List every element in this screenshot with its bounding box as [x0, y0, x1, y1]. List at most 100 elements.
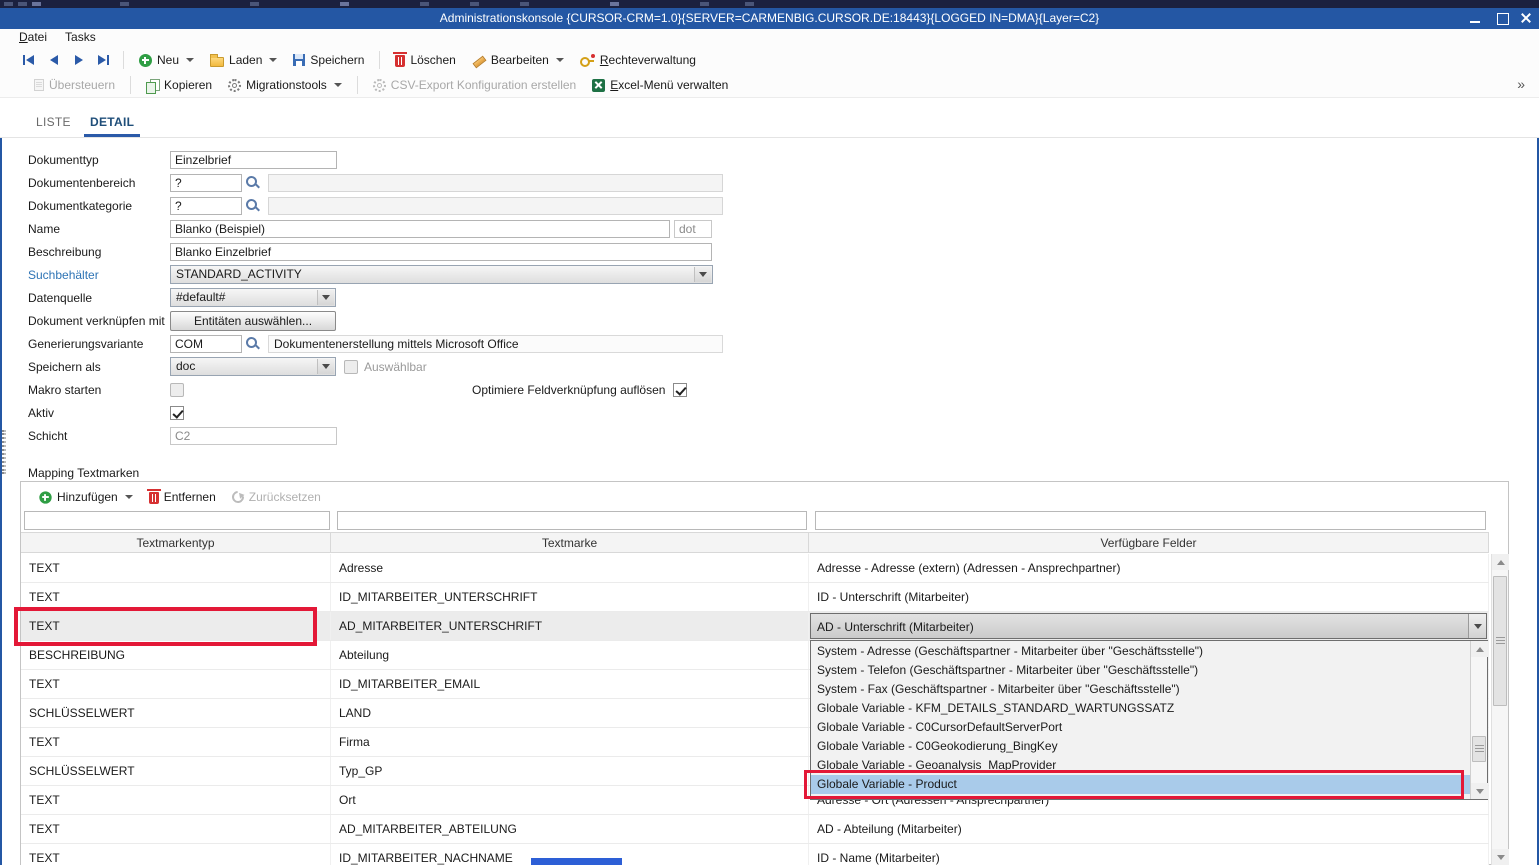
scrollbar-thumb[interactable] [1472, 736, 1486, 762]
search-icon[interactable] [245, 336, 260, 351]
toolbar-separator [379, 51, 380, 69]
dropdown-option[interactable]: System - Adresse (Geschäftspartner - Mit… [811, 642, 1470, 661]
previous-record-button[interactable] [41, 50, 66, 70]
chevron-down-icon[interactable] [694, 267, 711, 282]
scroll-up-button[interactable] [1492, 554, 1509, 570]
table-row[interactable]: TEXT AD_MITARBEITER_ABTEILUNG AD - Abtei… [21, 815, 1489, 844]
menu-datei-label: Datei [19, 30, 47, 44]
suchbehaelter-combobox[interactable]: STANDARD_ACTIVITY [170, 265, 713, 284]
filter-textmarkentyp-input[interactable] [24, 511, 330, 530]
grip-icon [1496, 637, 1505, 645]
chevron-down-icon[interactable] [269, 58, 277, 62]
dokumentenbereich-input[interactable] [170, 174, 242, 192]
last-record-button[interactable] [91, 50, 116, 70]
minimize-button[interactable] [1462, 8, 1488, 29]
trash-icon [395, 55, 405, 67]
scroll-down-button[interactable] [1492, 849, 1509, 865]
suchbehaelter-label: Suchbehälter [28, 268, 170, 282]
column-header-textmarke[interactable]: Textmarke [331, 533, 809, 552]
table-header: Textmarkentyp Textmarke Verfügbare Felde… [21, 532, 1489, 553]
column-header-textmarkentyp[interactable]: Textmarkentyp [21, 533, 331, 552]
toolbar-overflow-button[interactable]: » [1517, 76, 1525, 92]
scroll-up-button[interactable] [1471, 641, 1488, 657]
cell-textmarkentyp: TEXT [21, 786, 331, 814]
dropdown-option[interactable]: System - Telefon (Geschäftspartner - Mit… [811, 661, 1470, 680]
first-record-button[interactable] [16, 50, 41, 70]
dropdown-option[interactable]: Globale Variable - C0Geokodierung_BingKe… [811, 737, 1470, 756]
table-row-selected[interactable]: TEXT AD_MITARBEITER_UNTERSCHRIFT AD - Un… [21, 612, 1489, 641]
form-row: Schicht [0, 424, 780, 447]
entfernen-button[interactable]: Entfernen [141, 487, 224, 507]
dropdown-option[interactable]: Globale Variable - KFM_DETAILS_STANDARD_… [811, 699, 1470, 718]
arrow-up-icon [1497, 560, 1505, 565]
neu-button[interactable]: Neu [131, 50, 202, 70]
next-record-button[interactable] [66, 50, 91, 70]
dropdown-option[interactable]: Globale Variable - Geoanalysis_MapProvid… [811, 756, 1470, 775]
table-row[interactable]: TEXT Adresse Adresse - Adresse (extern) … [21, 554, 1489, 583]
aktiv-checkbox[interactable] [170, 406, 184, 420]
combobox-value: AD - Unterschrift (Mitarbeiter) [817, 614, 974, 640]
speichern-button[interactable]: Speichern [285, 50, 372, 70]
chevron-down-icon[interactable] [556, 58, 564, 62]
close-button[interactable] [1513, 8, 1539, 29]
migrationstools-button[interactable]: Migrationstools [220, 75, 350, 95]
name-input[interactable] [170, 220, 670, 238]
dokumentkategorie-label: Dokumentkategorie [28, 199, 170, 213]
column-header-verfuegbare-felder[interactable]: Verfügbare Felder [809, 533, 1489, 552]
first-record-icon [26, 55, 34, 65]
chevron-down-icon[interactable] [334, 83, 342, 87]
dropdown-option-selected[interactable]: Globale Variable - Product [811, 775, 1470, 794]
dropdown-scrollbar[interactable] [1470, 641, 1487, 799]
chevron-down-icon[interactable] [1468, 614, 1486, 638]
form-row: Beschreibung [0, 240, 780, 263]
form-row: Dokumentenbereich [0, 171, 780, 194]
chevron-down-icon[interactable] [125, 495, 133, 499]
cell-textmarkentyp: SCHLÜSSELWERT [21, 699, 331, 727]
excel-menue-button[interactable]: Excel-Menü verwalten [584, 75, 736, 95]
loeschen-button[interactable]: Löschen [387, 50, 463, 70]
dropdown-option[interactable]: System - Fax (Geschäftspartner - Mitarbe… [811, 680, 1470, 699]
cell-textmarke: Adresse [331, 554, 809, 582]
last-record-icon [98, 55, 106, 65]
table-scrollbar[interactable] [1491, 554, 1508, 865]
filter-textmarke-input[interactable] [337, 511, 807, 530]
rechteverwaltung-button[interactable]: Rechteverwaltung [572, 50, 704, 70]
datenquelle-combobox[interactable]: #default# [170, 288, 336, 307]
chevron-down-icon[interactable] [186, 58, 194, 62]
menu-tasks[interactable]: Tasks [56, 29, 105, 47]
dokumenttyp-input[interactable] [170, 151, 337, 169]
migrationstools-label: Migrationstools [246, 78, 327, 92]
splitter-handle[interactable] [2, 430, 6, 474]
hinzufuegen-button[interactable]: Hinzufügen [31, 487, 141, 507]
speichern-als-combobox[interactable]: doc [170, 357, 336, 376]
search-icon[interactable] [245, 198, 260, 213]
bearbeiten-button[interactable]: Bearbeiten [464, 50, 572, 70]
previous-record-icon [50, 55, 58, 65]
table-row[interactable]: TEXT ID_MITARBEITER_UNTERSCHRIFT ID - Un… [21, 583, 1489, 612]
scrollbar-thumb[interactable] [1493, 576, 1507, 706]
optimiere-feldverknuepfung-checkbox[interactable] [673, 383, 687, 397]
search-icon[interactable] [245, 175, 260, 190]
laden-button[interactable]: Laden [202, 50, 285, 70]
entitaeten-auswaehlen-button[interactable]: Entitäten auswählen... [170, 311, 336, 331]
secondary-toolbar: Übersteuern Kopieren Migrationstools CSV… [0, 73, 1539, 98]
tab-liste[interactable]: LISTE [30, 111, 77, 137]
table-row[interactable]: TEXT ID_MITARBEITER_NACHNAME ID - Name (… [21, 844, 1489, 865]
suchbehaelter-value: STANDARD_ACTIVITY [176, 267, 302, 281]
tab-detail[interactable]: DETAIL [84, 111, 140, 137]
dropdown-option[interactable]: Globale Variable - C0CursorDefaultServer… [811, 718, 1470, 737]
menu-datei[interactable]: Datei [10, 29, 56, 47]
beschreibung-input[interactable] [170, 243, 712, 261]
makro-starten-checkbox[interactable] [170, 383, 184, 397]
verfuegbare-felder-combobox[interactable]: AD - Unterschrift (Mitarbeiter) [810, 613, 1487, 639]
maximize-button[interactable] [1489, 8, 1515, 29]
kopieren-button[interactable]: Kopieren [138, 75, 220, 95]
dokumentkategorie-input[interactable] [170, 197, 242, 215]
generierungsvariante-input[interactable] [170, 335, 242, 353]
arrow-up-icon [1476, 647, 1484, 652]
name-label: Name [28, 222, 170, 236]
filter-verfuegbare-felder-input[interactable] [815, 511, 1486, 530]
chevron-down-icon[interactable] [317, 359, 334, 374]
chevron-down-icon[interactable] [317, 290, 334, 305]
scroll-down-button[interactable] [1471, 783, 1488, 799]
